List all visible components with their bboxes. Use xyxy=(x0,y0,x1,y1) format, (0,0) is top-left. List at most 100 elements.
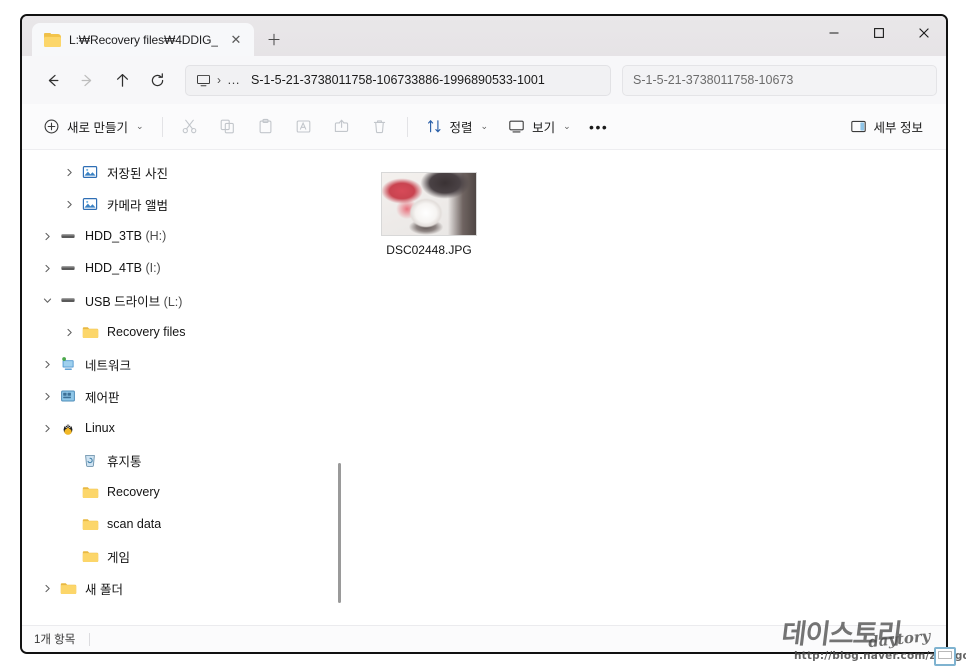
chevron-down-icon[interactable] xyxy=(36,284,58,316)
chevron-right-icon[interactable] xyxy=(58,156,80,188)
toolbar-divider xyxy=(161,116,163,137)
address-bar[interactable]: › … S-1-5-21-3738011758-106733886-199689… xyxy=(185,64,611,96)
forward-button[interactable] xyxy=(71,64,104,97)
status-bar: 1개 항목 xyxy=(22,625,946,652)
folder-icon xyxy=(80,325,100,340)
file-list-pane[interactable]: DSC02448.JPG xyxy=(345,150,946,625)
sidebar-item-label: 카메라 앨범 xyxy=(107,198,168,213)
chevron-down-icon[interactable]: ⌄ xyxy=(136,121,144,132)
drive-name: USB 드라이브 xyxy=(85,294,161,309)
address-path-text: S-1-5-21-3738011758-106733886-1996890533… xyxy=(251,73,545,87)
sidebar-item-game[interactable]: 게임 xyxy=(22,540,345,572)
window-controls xyxy=(811,16,946,56)
sidebar-item-label: HDD_3TB (H:) xyxy=(85,229,166,243)
sidebar-item-network[interactable]: 네트워크 xyxy=(22,348,345,380)
minimize-button[interactable] xyxy=(811,16,856,49)
sidebar-item-recovery[interactable]: Recovery xyxy=(22,476,345,508)
sidebar-item-linux[interactable]: Linux xyxy=(22,412,345,444)
folder-icon xyxy=(58,581,78,596)
new-tab-button[interactable]: ＋ xyxy=(259,24,289,54)
screenshot-root: L:₩Recovery files₩4DDIG_ ✕ ＋ › … S-1-5-2… xyxy=(0,0,966,672)
sidebar-item-label: 제어판 xyxy=(85,390,120,405)
sidebar-item-label: Linux xyxy=(85,421,115,435)
picture-icon xyxy=(80,164,100,180)
sidebar-item-label: Recovery xyxy=(107,485,160,499)
details-pane-button[interactable]: 세부 정보 xyxy=(841,111,932,143)
maximize-button[interactable] xyxy=(856,16,901,49)
chevron-down-icon[interactable]: ⌄ xyxy=(563,121,571,132)
drive-icon xyxy=(58,292,78,308)
copy-button[interactable] xyxy=(210,111,246,143)
toolbar-divider-2 xyxy=(406,116,408,137)
close-button[interactable] xyxy=(901,16,946,49)
folder-tree: 저장된 사진 카메라 앨범 HDD_3TB (H:) HDD_4TB (I:) … xyxy=(22,150,345,604)
sidebar-item-label: Recovery files xyxy=(107,325,186,339)
sidebar-item-usb-drive[interactable]: USB 드라이브 (L:) xyxy=(22,284,345,316)
chevron-right-icon[interactable] xyxy=(36,572,58,604)
new-button[interactable]: 새로 만들기 ⌄ xyxy=(34,111,153,143)
sidebar-item-new-folder[interactable]: 새 폴더 xyxy=(22,572,345,604)
network-icon xyxy=(58,356,78,372)
file-item[interactable]: DSC02448.JPG xyxy=(370,172,488,257)
details-pane-label: 세부 정보 xyxy=(873,121,923,135)
controlpanel-icon xyxy=(58,388,78,404)
sidebar-scrollbar-thumb[interactable] xyxy=(338,463,341,603)
sidebar-item-saved-pictures[interactable]: 저장된 사진 xyxy=(22,156,345,188)
chevron-right-icon[interactable] xyxy=(36,380,58,412)
search-box[interactable]: S-1-5-21-3738011758-10673 xyxy=(622,64,937,96)
paste-button[interactable] xyxy=(248,111,284,143)
chevron-right-icon[interactable] xyxy=(58,316,80,348)
recyclebin-icon xyxy=(80,452,100,468)
breadcrumb-overflow-icon[interactable]: … xyxy=(227,73,241,86)
folder-icon xyxy=(80,549,100,564)
status-divider xyxy=(89,632,91,646)
view-button[interactable]: 보기 ⌄ xyxy=(499,111,580,143)
sort-button-label: 정렬 xyxy=(449,121,473,135)
share-button[interactable] xyxy=(324,111,360,143)
navigation-bar: › … S-1-5-21-3738011758-106733886-199689… xyxy=(22,56,946,104)
sidebar-item-recycle-bin[interactable]: 휴지통 xyxy=(22,444,345,476)
sidebar-item-recovery-files[interactable]: Recovery files xyxy=(22,316,345,348)
drive-letter: (I:) xyxy=(145,261,161,275)
sidebar-item-scan-data[interactable]: scan data xyxy=(22,508,345,540)
item-count-label: 1개 항목 xyxy=(34,634,76,646)
back-button[interactable] xyxy=(36,64,69,97)
sidebar-item-hdd-3tb[interactable]: HDD_3TB (H:) xyxy=(22,220,345,252)
drive-icon xyxy=(58,228,78,244)
new-button-label: 새로 만들기 xyxy=(67,121,128,135)
see-more-button[interactable]: ••• xyxy=(582,111,616,143)
chevron-right-icon[interactable] xyxy=(36,348,58,380)
sidebar-item-label: HDD_4TB (I:) xyxy=(85,261,161,275)
chevron-down-icon[interactable]: ⌄ xyxy=(481,121,489,132)
drive-icon xyxy=(58,260,78,276)
up-button[interactable] xyxy=(106,64,139,97)
sidebar-item-label: scan data xyxy=(107,517,162,531)
sidebar-item-hdd-4tb[interactable]: HDD_4TB (I:) xyxy=(22,252,345,284)
delete-button[interactable] xyxy=(362,111,398,143)
search-input[interactable]: S-1-5-21-3738011758-10673 xyxy=(633,73,793,87)
rename-button[interactable] xyxy=(286,111,322,143)
file-thumbnail[interactable] xyxy=(381,172,477,236)
file-name-label: DSC02448.JPG xyxy=(386,243,472,257)
sidebar-item-control-panel[interactable]: 제어판 xyxy=(22,380,345,412)
refresh-button[interactable] xyxy=(141,64,174,97)
navigation-pane[interactable]: 저장된 사진 카메라 앨범 HDD_3TB (H:) HDD_4TB (I:) … xyxy=(22,150,345,625)
breadcrumb-separator[interactable]: › xyxy=(217,73,221,87)
close-tab-icon[interactable]: ✕ xyxy=(226,30,246,50)
title-bar: L:₩Recovery files₩4DDIG_ ✕ ＋ xyxy=(22,16,946,56)
drive-name: HDD_3TB xyxy=(85,229,142,243)
sidebar-item-label: USB 드라이브 (L:) xyxy=(85,291,182,310)
chevron-right-icon[interactable] xyxy=(36,412,58,444)
chevron-right-icon[interactable] xyxy=(36,220,58,252)
tab-title: L:₩Recovery files₩4DDIG_ xyxy=(69,32,218,47)
browser-tab-active[interactable]: L:₩Recovery files₩4DDIG_ ✕ xyxy=(32,23,254,56)
sidebar-item-camera-album[interactable]: 카메라 앨범 xyxy=(22,188,345,220)
sort-button[interactable]: 정렬 ⌄ xyxy=(417,111,498,143)
this-pc-icon[interactable] xyxy=(196,73,211,88)
cut-button[interactable] xyxy=(172,111,208,143)
sidebar-item-label: 게임 xyxy=(107,550,131,565)
chevron-right-icon[interactable] xyxy=(36,252,58,284)
image-thumbnail xyxy=(382,173,476,235)
file-explorer-window: L:₩Recovery files₩4DDIG_ ✕ ＋ › … S-1-5-2… xyxy=(20,14,948,654)
chevron-right-icon[interactable] xyxy=(58,188,80,220)
